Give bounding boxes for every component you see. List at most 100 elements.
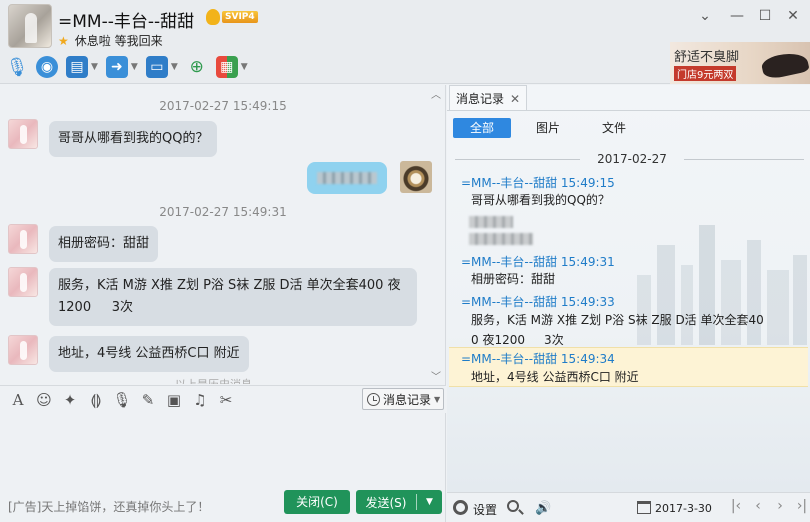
page-navigation: |‹ ‹ › ›| [725, 498, 810, 514]
blurred-text [469, 233, 533, 245]
blurred-text [469, 216, 513, 228]
caret-down-icon: ▼ [130, 62, 138, 72]
font-icon[interactable]: A [8, 390, 28, 410]
search-icon[interactable] [507, 500, 519, 512]
filter-tab-images[interactable]: 图片 [519, 118, 577, 138]
record-header: =MM--丰台--甜甜 15:49:34 [461, 352, 615, 366]
message-line: 1200 3次 [58, 300, 134, 315]
self-message-bubble[interactable] [307, 162, 387, 194]
emoji-icon[interactable]: ☺ [34, 390, 54, 410]
edit-icon[interactable]: ✎ [138, 390, 158, 410]
self-avatar[interactable] [400, 161, 432, 193]
date-picker-value[interactable]: 2017-3-30 [655, 502, 712, 515]
record-body[interactable]: 服务，K活 M游 X推 Z划 P浴 S袜 Z服 D活 单次全套40 0 夜120… [471, 310, 764, 350]
tab-label: 消息记录 [456, 92, 505, 106]
filter-tab-files[interactable]: 文件 [585, 118, 643, 138]
share-screen-icon: ▤ [66, 56, 88, 78]
divider [684, 159, 804, 160]
contact-avatar[interactable] [8, 4, 52, 48]
apps-button[interactable]: ▦ ▼ [215, 54, 248, 80]
minimize-icon[interactable]: — [726, 6, 748, 26]
shoe-image [760, 49, 810, 81]
scroll-up-icon[interactable]: ︿ [431, 86, 441, 101]
apps-icon: ▦ [215, 56, 238, 78]
last-page-icon[interactable]: ›| [791, 498, 810, 514]
speaker-icon[interactable]: 🔊 [535, 501, 551, 516]
caret-down-icon: ▼ [434, 394, 441, 404]
send-button[interactable]: 发送(S) ▼ [356, 490, 442, 514]
record-line: 服务，K活 M游 X推 Z划 P浴 S袜 Z服 D活 单次全套40 [471, 313, 764, 327]
message-bubble[interactable]: 服务，K活 M游 X推 Z划 P浴 S袜 Z服 D活 单次全套400 夜 120… [49, 268, 417, 326]
contact-message-avatar[interactable] [8, 335, 38, 365]
message-history-label: 消息记录 [383, 392, 432, 407]
clock-icon [367, 392, 380, 406]
caret-down-icon: ▼ [170, 62, 178, 72]
history-footer: 设置 🔊 2017-3-30 |‹ ‹ › ›| [447, 492, 810, 522]
gear-icon[interactable] [453, 500, 468, 515]
calendar-icon[interactable] [637, 501, 651, 514]
share-screen-button[interactable]: ▤ ▼ [66, 54, 98, 80]
tab-message-history[interactable]: 消息记录 ✕ [449, 85, 528, 111]
record-header: =MM--丰台--甜甜 15:49:31 [461, 255, 615, 269]
contact-name[interactable]: =MM--丰台--甜甜 [58, 7, 194, 32]
send-options-caret-icon[interactable]: ▼ [417, 497, 442, 507]
caret-down-icon: ▼ [240, 62, 248, 72]
close-icon[interactable]: ✕ [782, 6, 804, 26]
divider [455, 159, 580, 160]
ad-headline: 舒适不臭脚 [674, 50, 740, 65]
maximize-icon[interactable]: ☐ [754, 6, 776, 26]
record-body[interactable]: 地址，4号线 公益西桥C口 附近 [471, 367, 639, 387]
create-group-button[interactable]: ⊕ [186, 54, 208, 80]
vip-level-badge: SVIP4 [222, 11, 258, 23]
previous-page-icon[interactable]: ‹ [747, 498, 769, 514]
music-icon[interactable]: ♫ [190, 390, 210, 410]
vip-badge[interactable]: SVIP4 [206, 9, 258, 25]
voice-call-icon: 🎙 [5, 56, 29, 78]
filter-tab-all[interactable]: 全部 [453, 118, 511, 138]
status-row: ★ 休息啦 等我回来 [58, 32, 163, 49]
ad-banner[interactable]: 舒适不臭脚 门店9元两双 [670, 42, 810, 84]
vip-emblem-icon [206, 9, 220, 25]
chevron-down-icon[interactable]: ⌄ [694, 6, 716, 26]
screen-shake-icon[interactable]: ⟬⟭ [86, 390, 106, 410]
ad-text-link[interactable]: [广告]天上掉馅饼，还真掉你头上了！ [8, 498, 209, 515]
message-timestamp: 2017-02-27 15:49:15 [159, 99, 287, 113]
send-file-button[interactable]: ➜ ▼ [105, 54, 138, 80]
star-icon: ★ [58, 33, 69, 48]
message-bubble[interactable]: 相册密码：甜甜 [49, 226, 159, 262]
video-call-button[interactable]: ◉ [36, 54, 58, 80]
settings-label[interactable]: 设置 [473, 501, 497, 518]
record-body[interactable]: 哥哥从哪看到我的QQ的？ [471, 190, 610, 210]
remote-desktop-icon: ▭ [145, 56, 168, 78]
remote-desktop-button[interactable]: ▭ ▼ [145, 54, 178, 80]
chat-history[interactable]: 2017-02-27 15:49:15 哥哥从哪看到我的QQ的？ 2017-02… [0, 85, 446, 385]
voice-call-button[interactable]: 🎙 [5, 54, 29, 80]
date-separator: 2017-02-27 [597, 152, 667, 166]
filter-tabs: 全部 图片 文件 [453, 118, 651, 138]
record-body[interactable]: 相册密码：甜甜 [471, 269, 555, 289]
contact-message-avatar[interactable] [8, 224, 38, 254]
chat-header: =MM--丰台--甜甜 SVIP4 ★ 休息啦 等我回来 ⌄ — ☐ ✕ 🎙 ◉… [0, 0, 810, 84]
message-bubble[interactable]: 哥哥从哪看到我的QQ的？ [49, 121, 218, 157]
close-tab-icon[interactable]: ✕ [510, 92, 520, 106]
contact-message-avatar[interactable] [8, 267, 38, 297]
screenshot-icon[interactable]: ✂ [216, 390, 236, 410]
message-history-button[interactable]: 消息记录 ▼ [362, 388, 444, 410]
blurred-text [317, 172, 377, 184]
magic-wand-icon[interactable]: ✦ [60, 390, 80, 410]
status-text: 休息啦 等我回来 [74, 34, 163, 48]
next-page-icon[interactable]: › [769, 498, 791, 514]
record-header: =MM--丰台--甜甜 15:49:15 [461, 176, 615, 190]
create-group-icon: ⊕ [189, 57, 204, 77]
close-button[interactable]: 关闭(C) [284, 490, 350, 514]
voice-message-icon[interactable]: 🎙 [112, 390, 132, 410]
scroll-down-icon[interactable]: ﹀ [431, 368, 441, 383]
image-icon[interactable]: ▣ [164, 390, 184, 410]
message-line: 服务，K活 M游 X推 Z划 P浴 S袜 Z服 D活 单次全套400 夜 [58, 278, 401, 293]
message-input[interactable] [0, 413, 446, 488]
caret-down-icon: ▼ [91, 62, 98, 72]
contact-message-avatar[interactable] [8, 119, 38, 149]
video-call-icon: ◉ [36, 56, 58, 78]
message-bubble[interactable]: 地址，4号线 公益西桥C口 附近 [49, 336, 249, 372]
first-page-icon[interactable]: |‹ [725, 498, 747, 514]
